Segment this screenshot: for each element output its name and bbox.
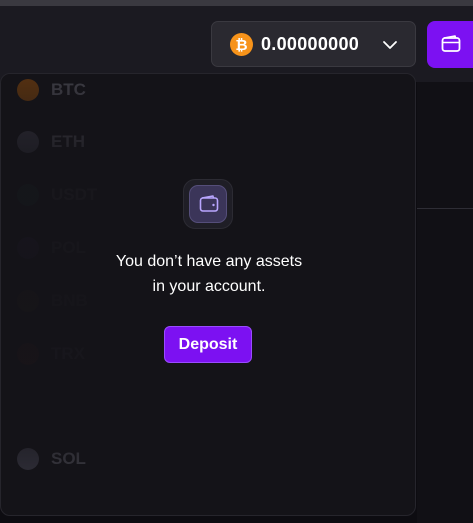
ethereum-icon — [17, 131, 39, 153]
bitcoin-icon — [17, 79, 39, 101]
asset-symbol: ETH — [51, 132, 85, 151]
page: ₿ 0.00000000 BTC ETH USDT POL BNB TRX SOL — [0, 0, 473, 523]
tether-icon — [17, 184, 39, 206]
tron-icon — [17, 343, 39, 365]
empty-state-message-line2: in your account. — [152, 278, 266, 295]
content-area — [417, 82, 473, 523]
asset-row-sol[interactable]: SOL — [1, 439, 415, 479]
asset-symbol: SOL — [51, 449, 86, 468]
asset-symbol: USDT — [51, 185, 98, 204]
divider — [417, 208, 473, 209]
assets-dropdown: BTC ETH USDT POL BNB TRX SOL You don’t have an… — [0, 73, 416, 516]
empty-state-message: You don’t have any assets in your accoun… — [1, 249, 415, 299]
wallet-icon — [199, 195, 219, 212]
svg-text:₿: ₿ — [235, 36, 247, 54]
wallet-icon — [441, 35, 461, 52]
bitcoin-icon: ₿ — [230, 33, 253, 56]
asset-row-btc[interactable]: BTC — [1, 74, 415, 110]
balance-selector-button[interactable]: ₿ 0.00000000 — [211, 21, 416, 67]
deposit-button[interactable]: Deposit — [164, 326, 252, 363]
asset-row-eth[interactable]: ETH — [1, 122, 415, 162]
empty-state-message-line1: You don’t have any assets — [115, 253, 303, 270]
asset-symbol: TRX — [51, 344, 85, 363]
chevron-down-icon — [382, 37, 398, 53]
empty-state-icon-box — [183, 179, 233, 229]
wallet-button[interactable] — [427, 21, 473, 68]
solana-icon — [17, 448, 39, 470]
balance-amount: 0.00000000 — [261, 34, 360, 54]
asset-symbol: BTC — [51, 80, 86, 99]
